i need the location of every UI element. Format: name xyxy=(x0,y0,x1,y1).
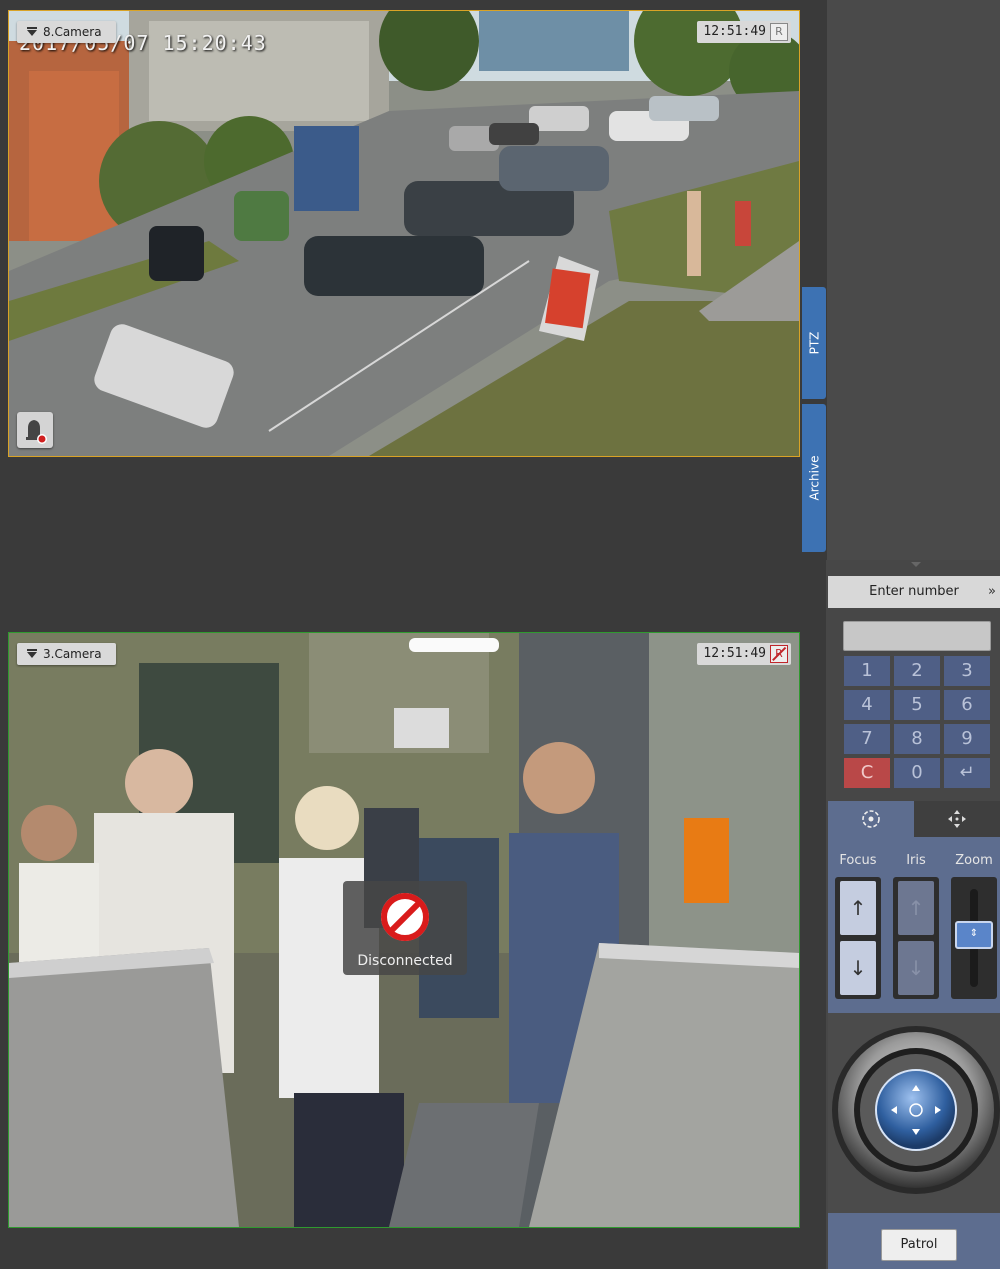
alarm-bell-icon xyxy=(26,420,47,444)
disconnected-overlay: Disconnected xyxy=(343,881,467,975)
camera-8-title: 8.Camera xyxy=(43,25,102,39)
tab-archive[interactable]: Archive xyxy=(802,404,826,552)
key-5[interactable]: 5 xyxy=(894,690,940,720)
recording-indicator[interactable]: R xyxy=(770,23,788,41)
key-enter[interactable]: ↵ xyxy=(944,758,990,788)
key-1[interactable]: 1 xyxy=(844,656,890,686)
camera-8-time: 12:51:49 R xyxy=(697,21,791,43)
patrol-area: Patrol xyxy=(828,1213,1000,1269)
camera-tile-3[interactable]: 3.Camera 12:51:49 R Disconnected xyxy=(8,632,800,1228)
key-clear[interactable]: C xyxy=(844,758,890,788)
focus-label: Focus xyxy=(839,853,877,868)
arrow-up-icon: ↑ xyxy=(907,896,925,920)
joystick-icon[interactable] xyxy=(828,1013,1000,1213)
disconnected-icon xyxy=(381,893,429,941)
ptz-mode-tabs xyxy=(828,801,1000,837)
tab-presets[interactable] xyxy=(828,801,914,837)
key-4[interactable]: 4 xyxy=(844,690,890,720)
chevron-down-icon[interactable]: » xyxy=(988,576,996,608)
focus-control: Focus ↑ ↓ xyxy=(834,851,882,999)
camera-3-clock: 12:51:49 xyxy=(703,646,766,661)
panel-empty-area xyxy=(826,0,1000,560)
tab-archive-label: Archive xyxy=(807,455,821,501)
camera-3-time: 12:51:49 R xyxy=(697,643,791,665)
arrow-down-icon: ↓ xyxy=(849,956,867,980)
camera-3-title-menu[interactable]: 3.Camera xyxy=(17,643,116,665)
zoom-label: Zoom xyxy=(955,853,993,868)
iris-down-button: ↓ xyxy=(898,941,934,995)
joystick-area xyxy=(828,1013,1000,1213)
zoom-box: ⇕ xyxy=(951,877,997,999)
camera-8-video xyxy=(9,11,799,456)
ptz-panel: Enter number » 1 2 3 4 5 6 7 8 9 C 0 ↵ F… xyxy=(826,0,1000,1269)
key-8[interactable]: 8 xyxy=(894,724,940,754)
alarm-button[interactable] xyxy=(17,412,53,448)
arrow-up-icon: ↑ xyxy=(849,896,867,920)
lens-controls: Focus ↑ ↓ Iris ↑ ↓ Zoom ⇕ xyxy=(828,837,1000,1013)
dropdown-icon xyxy=(27,27,37,36)
collapse-arrow-icon[interactable] xyxy=(911,562,921,567)
iris-box: ↑ ↓ xyxy=(893,877,939,999)
iris-control: Iris ↑ ↓ xyxy=(892,851,940,999)
focus-down-button[interactable]: ↓ xyxy=(840,941,876,995)
recording-indicator[interactable]: R xyxy=(770,645,788,663)
camera-8-clock: 12:51:49 xyxy=(703,24,766,39)
tab-ptz-label: PTZ xyxy=(806,331,821,355)
dropdown-icon xyxy=(27,649,37,658)
disconnected-label: Disconnected xyxy=(357,953,453,969)
key-2[interactable]: 2 xyxy=(894,656,940,686)
tab-move[interactable] xyxy=(914,801,1000,837)
enter-number-label: Enter number xyxy=(869,584,959,599)
key-7[interactable]: 7 xyxy=(844,724,890,754)
zoom-slider-handle[interactable]: ⇕ xyxy=(955,921,993,949)
keypad: 1 2 3 4 5 6 7 8 9 C 0 ↵ xyxy=(844,656,990,788)
move-icon xyxy=(948,810,966,828)
key-9[interactable]: 9 xyxy=(944,724,990,754)
iris-up-button: ↑ xyxy=(898,881,934,935)
focus-box: ↑ ↓ xyxy=(835,877,881,999)
camera-tile-8[interactable]: 2017/05/07 15:20:43 8.Camera 12:51:49 R xyxy=(8,10,800,457)
focus-up-button[interactable]: ↑ xyxy=(840,881,876,935)
key-6[interactable]: 6 xyxy=(944,690,990,720)
patrol-button[interactable]: Patrol xyxy=(881,1229,957,1261)
camera-3-title: 3.Camera xyxy=(43,647,102,661)
zoom-control: Zoom ⇕ xyxy=(950,851,998,999)
key-3[interactable]: 3 xyxy=(944,656,990,686)
preset-number-input[interactable] xyxy=(843,621,991,651)
enter-number-bar[interactable]: Enter number » xyxy=(828,576,1000,608)
arrow-down-icon: ↓ xyxy=(907,956,925,980)
camera-8-title-menu[interactable]: 8.Camera xyxy=(17,21,116,43)
preset-icon xyxy=(862,810,880,828)
tab-ptz[interactable]: PTZ xyxy=(802,287,826,399)
iris-label: Iris xyxy=(906,853,926,868)
key-0[interactable]: 0 xyxy=(894,758,940,788)
